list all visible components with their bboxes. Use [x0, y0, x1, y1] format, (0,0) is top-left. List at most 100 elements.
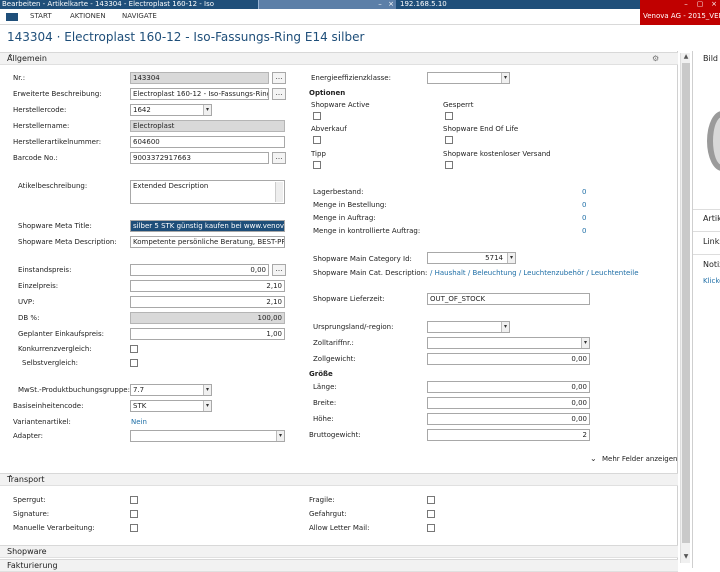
- label-shopware-main-cat-description: Shopware Main Cat. Description:: [313, 269, 428, 277]
- chevron-down-icon[interactable]: ▾: [507, 253, 515, 263]
- ursprungsland-select[interactable]: [427, 321, 510, 333]
- label-ursprungsland: Ursprungsland/-region:: [313, 323, 394, 331]
- konkurrenzvergleich-checkbox[interactable]: [130, 345, 138, 353]
- sperrgut-checkbox[interactable]: [130, 496, 138, 504]
- settings-gear-icon[interactable]: ⚙: [652, 54, 659, 63]
- menge-kontrollierte-auftrag-value[interactable]: 0: [582, 227, 586, 235]
- label-zollgewicht: Zollgewicht:: [313, 355, 356, 363]
- label-menge-in-auftrag: Menge in Auftrag:: [313, 214, 376, 222]
- company-name: Venova AG - 2015_VEN: [640, 9, 720, 25]
- chevron-down-icon[interactable]: ▾: [581, 338, 589, 348]
- window-close-icon[interactable]: ×: [708, 0, 720, 9]
- label-tipp: Tipp: [311, 150, 326, 158]
- label-herstellerartikelnummer: Herstellerartikelnummer:: [13, 138, 102, 146]
- window-minimize-icon[interactable]: –: [680, 0, 692, 9]
- factbox-klick-link[interactable]: Klicke: [703, 277, 720, 285]
- shopware-lieferzeit-field[interactable]: OUT_OF_STOCK: [427, 293, 590, 305]
- textarea-scrollbar[interactable]: [275, 182, 283, 202]
- kostenloser-versand-checkbox[interactable]: [445, 161, 453, 169]
- shopware-active-checkbox[interactable]: [313, 112, 321, 120]
- herstellercode-select[interactable]: 1642: [130, 104, 212, 116]
- chevron-up-icon[interactable]: ⌃: [7, 54, 14, 62]
- nr-field[interactable]: 143304: [130, 72, 269, 84]
- label-uvp: UVP:: [18, 298, 35, 306]
- factbox-links[interactable]: Links: [703, 237, 720, 246]
- scroll-thumb[interactable]: [682, 63, 690, 543]
- bruttogewicht-field[interactable]: 2: [427, 429, 590, 441]
- mwst-select[interactable]: 7.7: [130, 384, 212, 396]
- fragile-checkbox[interactable]: [427, 496, 435, 504]
- einstandspreis-button[interactable]: …: [272, 264, 286, 276]
- end-of-life-checkbox[interactable]: [445, 136, 453, 144]
- label-kostenloser-versand: Shopware kostenloser Versand: [443, 150, 551, 158]
- erw-beschreibung-button[interactable]: …: [272, 88, 286, 100]
- section-header-allgemein[interactable]: Allgemein ⌃ ⚙: [0, 52, 678, 65]
- tab-navigate[interactable]: NAVIGATE: [122, 12, 157, 20]
- lagerbestand-value[interactable]: 0: [582, 188, 586, 196]
- allow-letter-mail-checkbox[interactable]: [427, 524, 435, 532]
- selbstvergleich-checkbox[interactable]: [130, 359, 138, 367]
- signature-checkbox[interactable]: [130, 510, 138, 518]
- erw-beschreibung-field[interactable]: Electroplast 160-12 - Iso-Fassungs-Ring …: [130, 88, 269, 100]
- breite-field[interactable]: 0,00: [427, 397, 590, 409]
- shopware-meta-title-field[interactable]: silber 5 STK günstig kaufen bei www.veno…: [130, 220, 285, 232]
- menge-in-auftrag-value[interactable]: 0: [582, 214, 586, 222]
- manuelle-verarbeitung-checkbox[interactable]: [130, 524, 138, 532]
- einstandspreis-field[interactable]: 0,00: [130, 264, 269, 276]
- einzelpreis-field[interactable]: 2,10: [130, 280, 285, 292]
- ribbon: START AKTIONEN NAVIGATE Venova AG - 2015…: [0, 9, 720, 25]
- basiseinheitencode-select[interactable]: STK: [130, 400, 212, 412]
- label-mwst: MwSt.-Produktbuchungsgruppe:: [18, 386, 130, 394]
- app-menu-icon[interactable]: [6, 13, 18, 21]
- menge-in-bestellung-value[interactable]: 0: [582, 201, 586, 209]
- chevron-up-icon[interactable]: ⌃: [7, 475, 14, 483]
- herstellerartikelnummer-field[interactable]: 604600: [130, 136, 285, 148]
- variantenartikel-value[interactable]: Nein: [131, 418, 147, 426]
- uvp-field[interactable]: 2,10: [130, 296, 285, 308]
- shopware-main-cat-description-link[interactable]: / Haushalt / Beleuchtung / Leuchtenzubeh…: [430, 269, 639, 277]
- factbox-pane: Bild Artik Links Notiz Klicke: [692, 51, 720, 568]
- abverkauf-checkbox[interactable]: [313, 136, 321, 144]
- section-header-transport[interactable]: Transport ⌃: [0, 473, 678, 486]
- section-header-fakturierung[interactable]: Fakturierung: [0, 559, 678, 572]
- label-shopware-lieferzeit: Shopware Lieferzeit:: [313, 295, 385, 303]
- barcode-lookup-button[interactable]: …: [272, 152, 286, 164]
- gesperrt-checkbox[interactable]: [445, 112, 453, 120]
- gefahrgut-checkbox[interactable]: [427, 510, 435, 518]
- factbox-bild[interactable]: Bild: [703, 54, 718, 63]
- label-menge-kontrollierte-auftrag: Menge in kontrollierte Auftrag:: [313, 227, 421, 235]
- hoehe-field[interactable]: 0,00: [427, 413, 590, 425]
- shopware-meta-description-field[interactable]: Kompetente persönliche Beratung, BEST-PR…: [130, 236, 285, 248]
- tab-aktionen[interactable]: AKTIONEN: [70, 12, 106, 20]
- chevron-down-icon[interactable]: ▾: [203, 385, 211, 395]
- window-maximize-icon[interactable]: ▢: [694, 0, 706, 9]
- chevron-down-icon[interactable]: ⌄: [590, 454, 597, 463]
- scroll-up-icon[interactable]: ▲: [681, 53, 691, 61]
- chevron-down-icon[interactable]: ▾: [203, 105, 211, 115]
- more-fields-link[interactable]: Mehr Felder anzeigen: [602, 455, 677, 463]
- tipp-checkbox[interactable]: [313, 161, 321, 169]
- chevron-down-icon[interactable]: ▾: [203, 401, 211, 411]
- section-header-shopware[interactable]: Shopware: [0, 545, 678, 558]
- factbox-notiz[interactable]: Notiz: [703, 260, 720, 269]
- shopware-main-category-select[interactable]: 5714: [427, 252, 516, 264]
- minimize-icon[interactable]: –: [375, 0, 385, 9]
- nr-lookup-button[interactable]: …: [272, 72, 286, 84]
- atikelbeschreibung-textarea[interactable]: Extended Description: [130, 180, 285, 204]
- tab-start[interactable]: START: [30, 12, 52, 20]
- geplanter-einkaufspreis-field[interactable]: 1,00: [130, 328, 285, 340]
- adapter-select[interactable]: [130, 430, 285, 442]
- zolltariffnr-select[interactable]: [427, 337, 590, 349]
- zollgewicht-field[interactable]: 0,00: [427, 353, 590, 365]
- factbox-artikel[interactable]: Artik: [703, 214, 720, 223]
- chevron-down-icon[interactable]: ▾: [276, 431, 284, 441]
- close-icon[interactable]: ×: [386, 0, 396, 9]
- energieeffizienzklasse-select[interactable]: [427, 72, 510, 84]
- barcode-field[interactable]: 9003372917663: [130, 152, 269, 164]
- label-db-prozent: DB %:: [18, 314, 40, 322]
- laenge-field[interactable]: 0,00: [427, 381, 590, 393]
- scroll-down-icon[interactable]: ▼: [681, 553, 691, 561]
- vertical-scrollbar[interactable]: ▲ ▼: [680, 53, 690, 563]
- chevron-down-icon[interactable]: ▾: [501, 322, 509, 332]
- chevron-down-icon[interactable]: ▾: [501, 73, 509, 83]
